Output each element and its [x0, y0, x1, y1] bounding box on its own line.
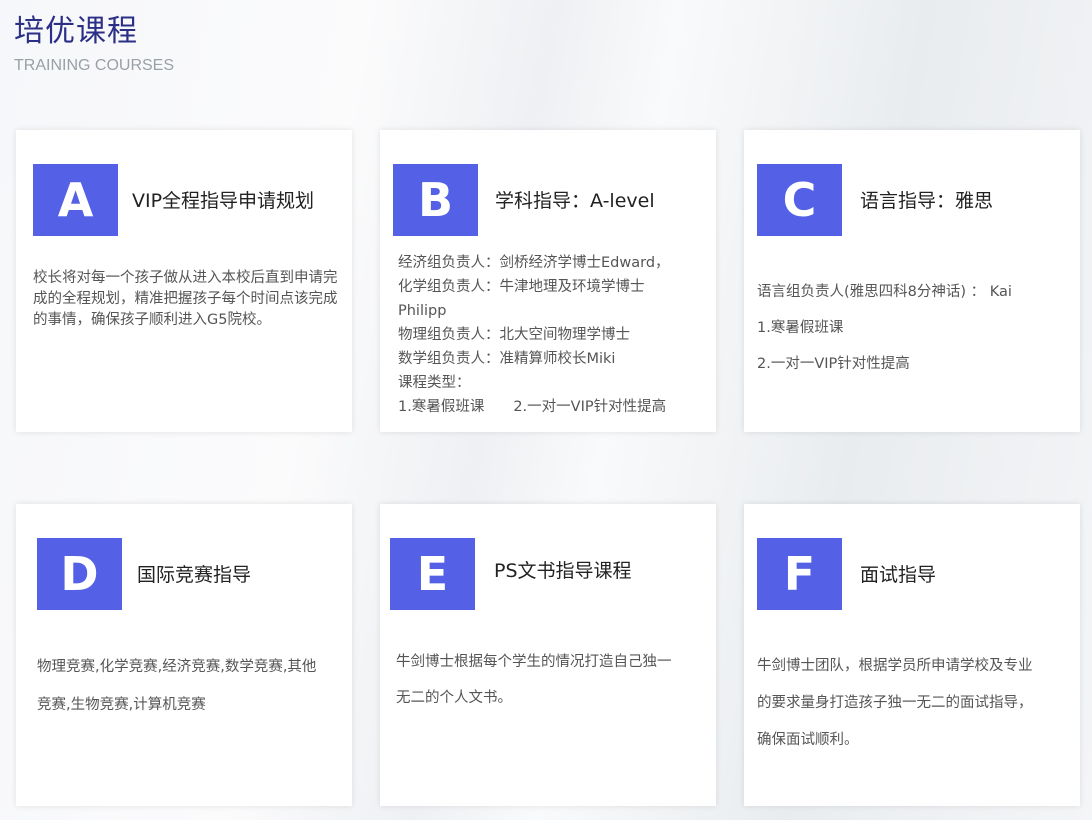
- description-line: 语言组负责人(雅思四科8分神话) ： Kai: [757, 284, 1012, 300]
- section-header: 培优课程 TRAINING COURSES: [14, 12, 174, 77]
- description-line: 2.一对一VIP针对性提高: [757, 356, 910, 372]
- description-line: 数学组负责人：准精算师校长Miki: [398, 351, 616, 367]
- description-line: 牛剑博士根据每个学生的情况打造自己独一: [396, 654, 672, 670]
- course-description: 牛剑博士根据每个学生的情况打造自己独一 无二的个人文书。: [396, 644, 672, 716]
- course-card-a[interactable]: A VIP全程指导申请规划 校长将对每一个孩子做从进入本校后直到申请完成的全程规…: [16, 130, 352, 432]
- course-description: 经济组负责人：剑桥经济学博士Edward， 化学组负责人：牛津地理及环境学博士 …: [398, 251, 670, 419]
- course-letter-badge: D: [37, 538, 122, 610]
- course-title: PS文书指导课程: [494, 560, 632, 582]
- description-line: 确保面试顺利。: [757, 732, 859, 748]
- description-line: 无二的个人文书。: [396, 690, 512, 706]
- section-subtitle: TRAINING COURSES: [14, 57, 175, 74]
- course-letter-badge: C: [757, 164, 842, 236]
- description-line: 物理竞赛,化学竞赛,经济竞赛,数学竞赛,其他: [37, 659, 317, 675]
- course-card-b[interactable]: B 学科指导：A-level 经济组负责人：剑桥经济学博士Edward， 化学组…: [380, 130, 716, 432]
- course-letter-badge: F: [757, 538, 842, 610]
- section-title: 培优课程: [14, 14, 138, 49]
- description-line: 牛剑博士团队，根据学员所申请学校及专业: [757, 658, 1033, 674]
- course-title: 语言指导：雅思: [860, 190, 994, 212]
- description-line: 经济组负责人：剑桥经济学博士Edward，: [398, 255, 670, 271]
- course-card-e[interactable]: E PS文书指导课程 牛剑博士根据每个学生的情况打造自己独一 无二的个人文书。: [380, 504, 716, 806]
- description-line: 课程类型：: [398, 375, 471, 391]
- course-title: 国际竞赛指导: [137, 564, 252, 586]
- course-title: 学科指导：A-level: [495, 190, 655, 212]
- course-title: VIP全程指导申请规划: [132, 190, 315, 212]
- course-description: 校长将对每一个孩子做从进入本校后直到申请完成的全程规划，精准把握孩子每个时间点该…: [33, 270, 338, 328]
- course-card-c[interactable]: C 语言指导：雅思 语言组负责人(雅思四科8分神话) ： Kai 1.寒暑假班课…: [744, 130, 1080, 432]
- course-letter-badge: A: [33, 164, 118, 236]
- description-line: 化学组负责人：牛津地理及环境学博士: [398, 279, 645, 295]
- course-letter-badge: B: [393, 164, 478, 236]
- course-description: 物理竞赛,化学竞赛,经济竞赛,数学竞赛,其他 竞赛,生物竞赛,计算机竞赛: [37, 648, 316, 724]
- description-line: 物理组负责人：北大空间物理学博士: [398, 327, 630, 343]
- course-title: 面试指导: [860, 564, 937, 586]
- course-description: 牛剑博士团队，根据学员所申请学校及专业 的要求量身打造孩子独一无二的面试指导， …: [757, 648, 1033, 759]
- course-letter-badge: E: [390, 538, 475, 610]
- description-line: 竞赛,生物竞赛,计算机竞赛: [37, 697, 206, 713]
- description-line: 1.寒暑假班课: [757, 320, 844, 336]
- course-description: 语言组负责人(雅思四科8分神话) ： Kai 1.寒暑假班课 2.一对一VIP针…: [757, 274, 1012, 382]
- course-card-f[interactable]: F 面试指导 牛剑博士团队，根据学员所申请学校及专业 的要求量身打造孩子独一无二…: [744, 504, 1080, 806]
- description-line: Philipp: [398, 303, 447, 319]
- description-line: 1.寒暑假班课 2.一对一VIP针对性提高: [398, 399, 667, 415]
- course-card-d[interactable]: D 国际竞赛指导 物理竞赛,化学竞赛,经济竞赛,数学竞赛,其他 竞赛,生物竞赛,…: [16, 504, 352, 806]
- description-line: 的要求量身打造孩子独一无二的面试指导，: [757, 695, 1033, 711]
